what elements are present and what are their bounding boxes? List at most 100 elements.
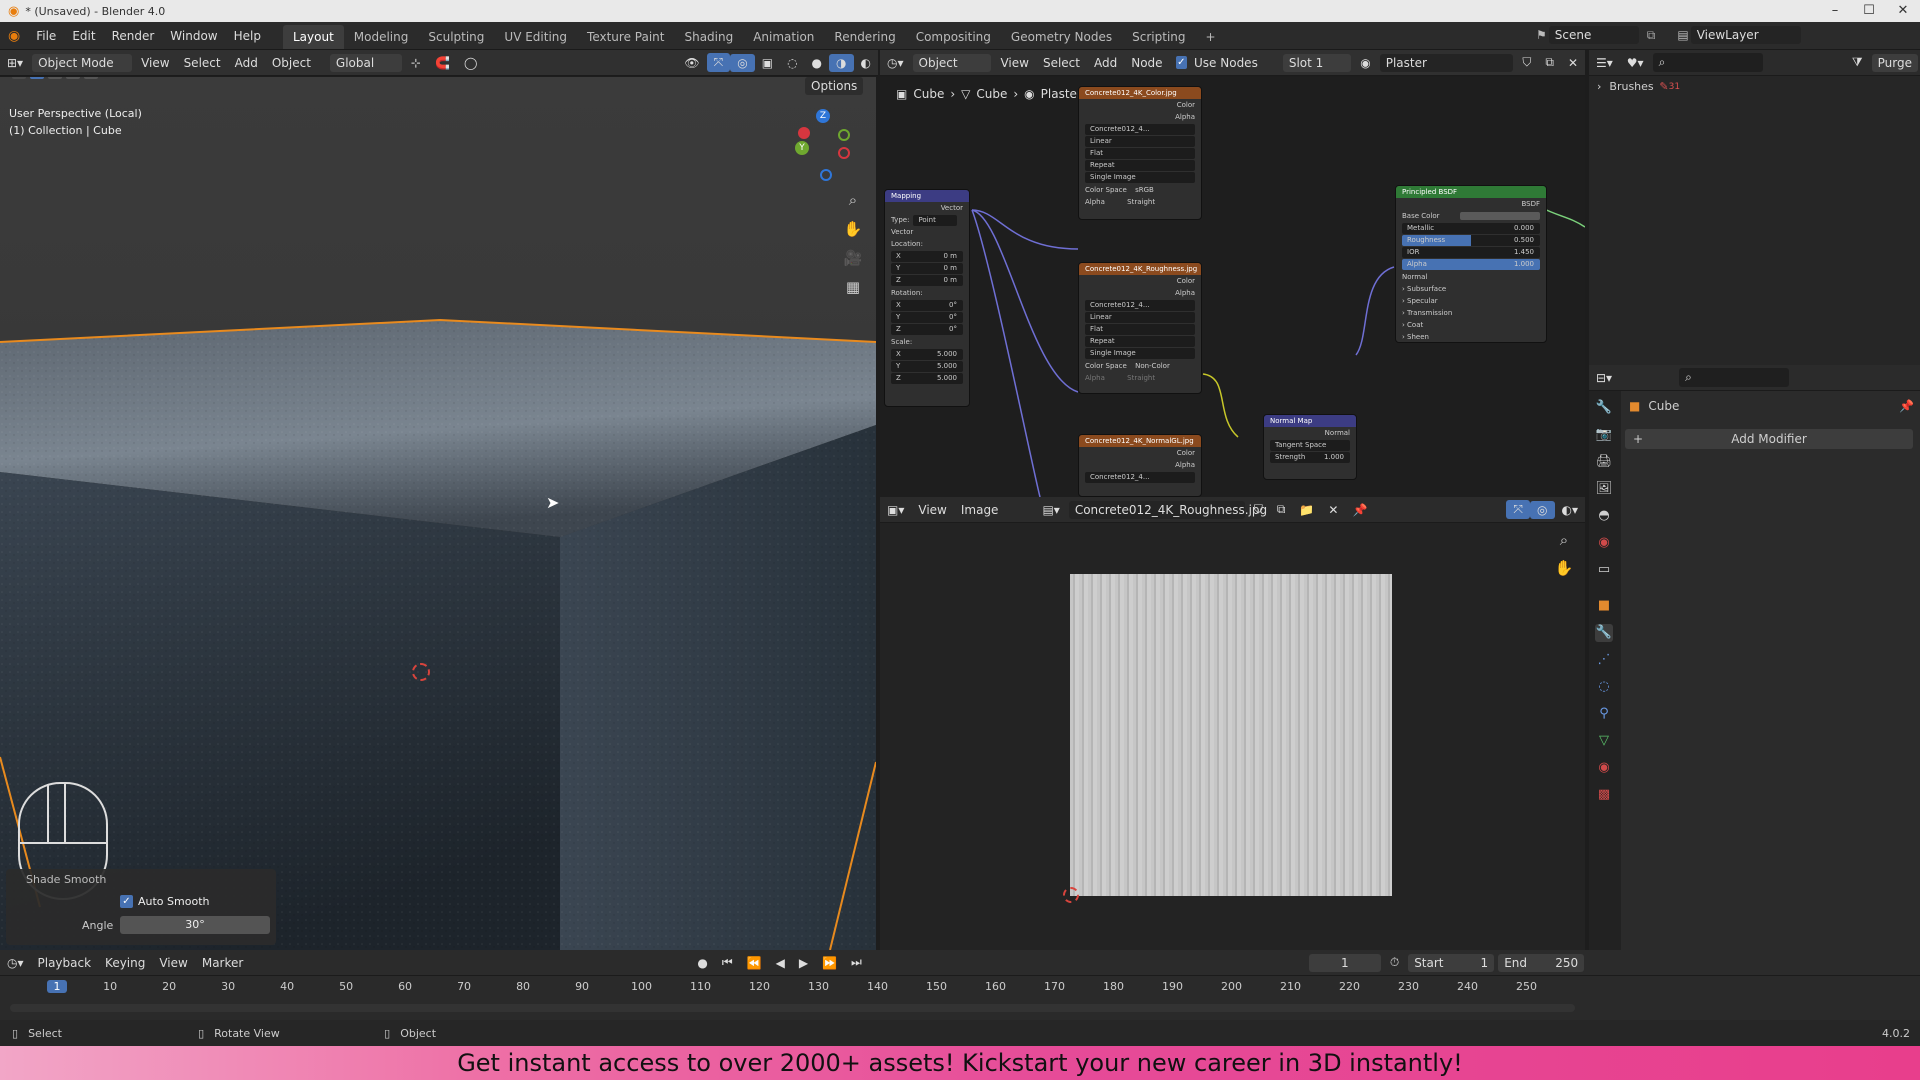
timeline-menu-view[interactable]: View	[152, 954, 194, 972]
node-editor[interactable]: ▣ Cube › ▽ Cube › ◉ Plaster Mapping Vect…	[880, 77, 1585, 497]
viewport-menu-view[interactable]: View	[134, 54, 176, 72]
transform-orientation[interactable]: Global	[329, 53, 402, 72]
image-menu-view[interactable]: View	[911, 501, 953, 519]
proportional-icon[interactable]: ◯	[457, 54, 484, 72]
tab-geometry-nodes[interactable]: Geometry Nodes	[1001, 25, 1122, 49]
tab-scripting[interactable]: Scripting	[1122, 25, 1195, 49]
pin-properties-icon[interactable]: 📌	[1899, 399, 1914, 413]
image-browse-icon[interactable]: ▤▾	[1035, 501, 1066, 519]
timeline-menu-keying[interactable]: Keying	[98, 954, 152, 972]
scene-selector[interactable]: Scene	[1548, 26, 1639, 44]
tab-layout[interactable]: Layout	[282, 24, 344, 49]
mapping-node[interactable]: Mapping Vector Type: Point Vector Locatio…	[884, 189, 970, 407]
shader-type-selector[interactable]: Object	[912, 53, 992, 72]
maximize-button[interactable]: ☐	[1852, 0, 1886, 22]
material-selector[interactable]: Plaster	[1379, 53, 1514, 72]
image-texture-roughness-node[interactable]: Concrete012_4K_Roughness.jpg Color Alpha…	[1078, 262, 1202, 394]
normal-map-space-select[interactable]: Tangent Space	[1270, 440, 1350, 451]
operator-title[interactable]: Shade Smooth	[26, 873, 106, 886]
pan-hand-icon[interactable]: ✋	[842, 218, 864, 240]
viewport-menu-add[interactable]: Add	[228, 54, 265, 72]
xray-icon[interactable]: ▣	[755, 54, 780, 72]
select-subtract-icon[interactable]	[66, 77, 80, 79]
node-menu-select[interactable]: Select	[1036, 54, 1087, 72]
shading-wireframe-icon[interactable]: ◌	[780, 54, 804, 72]
view-layer-tab-icon[interactable]: 🖼	[1595, 480, 1613, 498]
gizmo-neg-z[interactable]	[820, 169, 832, 181]
normal-map-node[interactable]: Normal Map Normal Tangent Space Strength…	[1263, 414, 1357, 480]
start-frame-field[interactable]: Start 1	[1408, 953, 1495, 972]
tex-rough-image-select[interactable]: Concrete012_4...	[1085, 300, 1195, 311]
shading-material-icon[interactable]: ◑	[829, 53, 854, 72]
shading-solid-icon[interactable]: ●	[805, 54, 829, 72]
gizmo-z-axis[interactable]: Z	[816, 109, 830, 123]
constraints-tab-icon[interactable]: ⚲	[1595, 705, 1613, 723]
mapping-scale-x[interactable]: X 5.000	[891, 349, 963, 360]
outliner-funnel-icon[interactable]: ⧩	[1845, 53, 1870, 72]
image-open-icon[interactable]: 📁	[1292, 501, 1321, 519]
blender-menu-icon[interactable]: ◉	[0, 28, 28, 44]
view-layer-selector[interactable]: ViewLayer	[1690, 26, 1801, 44]
bsdf-panel-sheen[interactable]: › Sheen	[1396, 331, 1546, 342]
3d-cursor-icon[interactable]	[412, 663, 430, 681]
image-menu-image[interactable]: Image	[954, 501, 1006, 519]
node-editor-type-icon[interactable]: ◷▾	[880, 54, 911, 72]
angle-field[interactable]: 30°	[120, 916, 270, 934]
timeline[interactable]: ◷▾ Playback Keying View Marker ● ⏮ ⏪ ◀ ▶…	[0, 950, 1920, 1020]
normal-map-header[interactable]: Normal Map	[1264, 415, 1356, 427]
tex-color-image-select[interactable]: Concrete012_4...	[1085, 124, 1195, 135]
mapping-scale-y[interactable]: Y 5.000	[891, 361, 963, 372]
gizmo-neg-y[interactable]	[838, 129, 850, 141]
select-extend-icon[interactable]	[48, 77, 62, 79]
tex-rough-projection[interactable]: Flat	[1085, 324, 1195, 335]
properties-type-icon[interactable]: ⊟▾	[1589, 369, 1619, 387]
bsdf-metallic[interactable]: Metallic 0.000	[1402, 223, 1540, 234]
tex-color-header[interactable]: Concrete012_4K_Color.jpg	[1079, 87, 1201, 99]
node-menu-view[interactable]: View	[993, 54, 1035, 72]
3d-viewport[interactable]: User Perspective (Local) (1) Collection …	[0, 77, 876, 950]
select-tool-icon[interactable]	[12, 77, 26, 79]
tab-uv-editing[interactable]: UV Editing	[494, 25, 577, 49]
bsdf-panel-subsurface[interactable]: › Subsurface	[1396, 283, 1546, 295]
properties-search[interactable]: ⌕	[1679, 368, 1790, 387]
new-scene-icon[interactable]: ⧉	[1641, 28, 1662, 43]
principled-bsdf-node[interactable]: Principled BSDF BSDF Base Color Metallic…	[1395, 185, 1547, 343]
image-overlay-icon[interactable]: ◎	[1530, 500, 1555, 519]
image-cursor-icon[interactable]	[1063, 887, 1079, 903]
play-icon[interactable]: ▶	[792, 954, 815, 972]
image-new-icon[interactable]: ⧉	[1270, 500, 1293, 519]
timeline-menu-playback[interactable]: Playback	[31, 954, 99, 972]
select-invert-icon[interactable]	[84, 77, 98, 79]
mapping-rot-z[interactable]: Z 0°	[891, 324, 963, 335]
collection-tab-icon[interactable]: ▭	[1595, 561, 1613, 579]
tab-sculpting[interactable]: Sculpting	[418, 25, 494, 49]
current-frame-field[interactable]: 1	[1308, 953, 1381, 972]
image-texture-color-node[interactable]: Concrete012_4K_Color.jpg Color Alpha Con…	[1078, 86, 1202, 220]
material-tab-icon[interactable]: ◉	[1595, 759, 1613, 777]
gizmo-icon[interactable]: ⤧	[706, 53, 731, 72]
image-name-field[interactable]: Concrete012_4K_Roughness.jpg	[1068, 500, 1267, 519]
use-nodes-checkbox[interactable]: ✓	[1175, 56, 1188, 69]
display-channels-icon[interactable]: ◐▾	[1555, 501, 1586, 519]
shading-rendered-icon[interactable]: ◐	[854, 54, 878, 72]
snap-icon[interactable]: 🧲	[428, 54, 457, 72]
outliner-type-icon[interactable]: ☰▾	[1589, 54, 1620, 72]
tex-color-source[interactable]: Single Image	[1085, 172, 1195, 183]
mapping-loc-y[interactable]: Y 0 m	[891, 263, 963, 274]
tex-rough-source[interactable]: Single Image	[1085, 348, 1195, 359]
menu-file[interactable]: File	[28, 22, 64, 50]
tex-rough-extension[interactable]: Repeat	[1085, 336, 1195, 347]
minimize-button[interactable]: –	[1818, 0, 1852, 22]
tex-rough-header[interactable]: Concrete012_4K_Roughness.jpg	[1079, 263, 1201, 275]
image-pan-icon[interactable]: ✋	[1553, 557, 1575, 579]
ortho-grid-icon[interactable]: ▦	[842, 276, 864, 298]
unlink-material-icon[interactable]: ✕	[1561, 54, 1585, 72]
camera-view-icon[interactable]: 🎥	[842, 247, 864, 269]
expand-arrow-icon[interactable]: ›	[1597, 80, 1601, 93]
add-modifier-button[interactable]: + Add Modifier	[1625, 429, 1913, 449]
mapping-scale-z[interactable]: Z 5.000	[891, 373, 963, 384]
mapping-header[interactable]: Mapping	[885, 190, 969, 202]
mapping-type-select[interactable]: Point	[913, 214, 957, 226]
mapping-loc-z[interactable]: Z 0 m	[891, 275, 963, 286]
node-menu-node[interactable]: Node	[1124, 54, 1169, 72]
